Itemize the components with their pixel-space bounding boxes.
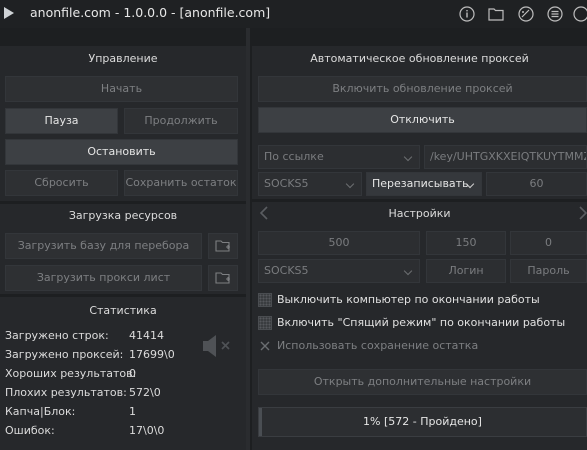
sound-muted-icon[interactable] <box>201 333 235 359</box>
chevron-right-icon[interactable] <box>577 205 587 221</box>
menu-icon[interactable] <box>546 5 564 23</box>
shutdown-checkbox[interactable] <box>258 293 272 307</box>
control-header: Управление <box>88 52 158 65</box>
stats-header: Статистика <box>89 304 157 317</box>
stat-label: Загружено строк: <box>5 329 109 342</box>
proxy-interval-input[interactable]: 60 <box>486 172 587 196</box>
settings-proxy-type-select[interactable]: SOCKS5 <box>258 259 420 283</box>
threads-input[interactable]: 500 <box>258 231 420 255</box>
proxy-source-select[interactable]: По ссылке <box>258 145 420 169</box>
proxy-url-input[interactable]: /key/UHTGXKXEIQTKUYTMMZIYCC <box>424 145 587 169</box>
folder-add-icon <box>215 240 230 252</box>
progress-bar: 1% [572 - Пройдено] <box>258 407 587 437</box>
stat-value: 572\0 <box>129 386 161 399</box>
progress-label: 1% [572 - Пройдено] <box>363 415 482 428</box>
stat-label: Ошибок: <box>5 424 55 437</box>
stat-value: 1 <box>129 405 136 418</box>
info-icon[interactable] <box>458 5 476 23</box>
continue-button[interactable]: Продолжить <box>124 108 238 134</box>
enable-proxy-update-button[interactable]: Включить обновление проксей <box>258 76 587 102</box>
stat-label: Загружено проксей: <box>5 348 124 361</box>
stop-button[interactable]: Остановить <box>5 139 238 165</box>
proxy-type-select[interactable]: SOCKS5 <box>258 172 362 196</box>
folder-add-icon <box>215 272 230 284</box>
stat-label: Плохих результатов: <box>5 386 127 399</box>
settings-header: Настройки <box>388 207 451 220</box>
title-bar: anonfile.com - 1.0.0.0 - [anonfile.com] <box>0 0 587 28</box>
stat-value: 41414 <box>129 329 164 342</box>
open-more-settings-button[interactable]: Открыть дополнительные настройки <box>258 369 587 395</box>
stat-value: 17699\0 <box>129 348 175 361</box>
retries-input[interactable]: 0 <box>510 231 587 255</box>
stat-value: 0 <box>129 367 136 380</box>
app-icon <box>4 7 14 19</box>
stat-label: Хороших результатов: <box>5 367 137 380</box>
load-base-folder-button[interactable] <box>208 233 238 259</box>
save-rest-button[interactable]: Сохранить остаток <box>124 170 238 196</box>
sleep-mode-checkbox[interactable] <box>258 316 272 330</box>
resources-header: Загрузка ресурсов <box>68 209 178 222</box>
sleep-mode-label: Включить "Спящий режим" по окончании раб… <box>277 316 566 329</box>
reset-button[interactable]: Сбросить <box>5 170 118 196</box>
password-input[interactable]: Пароль <box>510 259 587 283</box>
proxy-update-header: Автоматическое обновление проксей <box>310 52 529 65</box>
load-proxy-folder-button[interactable] <box>208 265 238 291</box>
column-divider <box>246 28 250 450</box>
folder-icon[interactable] <box>487 5 505 23</box>
login-input[interactable]: Логин <box>426 259 506 283</box>
disable-proxy-update-button[interactable]: Отключить <box>258 107 587 133</box>
timeout-input[interactable]: 150 <box>426 231 506 255</box>
pause-button[interactable]: Пауза <box>5 108 118 134</box>
shutdown-label: Выключить компьютер по окончании работы <box>277 293 540 306</box>
load-base-button[interactable]: Загрузить базу для перебора <box>5 233 202 259</box>
proxy-mode-select[interactable]: Перезаписывать <box>366 172 482 196</box>
close-icon[interactable] <box>572 5 587 23</box>
start-button[interactable]: Начать <box>5 76 238 102</box>
window-title: anonfile.com - 1.0.0.0 - [anonfile.com] <box>30 5 271 20</box>
save-rest-label: Использовать сохранение остатка <box>277 339 479 352</box>
stat-value: 17\0\0 <box>129 424 165 437</box>
palette-icon[interactable] <box>517 5 535 23</box>
save-rest-checkbox[interactable] <box>258 339 272 353</box>
stat-label: Капча|Блок: <box>5 405 76 418</box>
load-proxy-button[interactable]: Загрузить прокси лист <box>5 265 202 291</box>
